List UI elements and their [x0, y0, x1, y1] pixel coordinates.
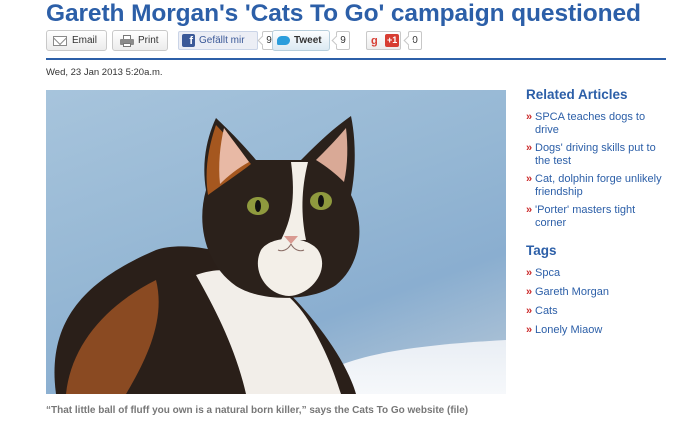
google-plus-icon: g [371, 35, 378, 47]
sidebar: Related Articles SPCA teaches dogs to dr… [526, 87, 666, 343]
tags-list: Spca Gareth Morgan Cats Lonely Miaow [526, 267, 666, 337]
google-plus-button[interactable]: g +1 [366, 30, 402, 51]
tag-link[interactable]: Gareth Morgan [526, 286, 666, 299]
tweet-button[interactable]: Tweet [272, 30, 330, 51]
facebook-icon: f [182, 34, 195, 47]
tag-link[interactable]: Cats [526, 305, 666, 318]
photo-caption: “That little ball of fluff you own is a … [46, 405, 469, 416]
related-article-link[interactable]: Dogs' driving skills put to the test [526, 142, 666, 168]
related-articles-heading: Related Articles [526, 87, 628, 102]
article-photo [46, 90, 506, 394]
email-button[interactable]: Email [46, 30, 107, 51]
printer-icon [120, 35, 134, 47]
calico-cat-illustration [54, 116, 506, 394]
print-label: Print [138, 35, 159, 46]
related-article-link[interactable]: Cat, dolphin forge unlikely friendship [526, 173, 666, 199]
tags-heading: Tags [526, 243, 557, 258]
tag-link[interactable]: Spca [526, 267, 666, 280]
tweet-count: 9 [336, 31, 350, 50]
email-label: Email [72, 35, 98, 46]
google-plus-count: 0 [408, 31, 422, 50]
article-dateline: Wed, 23 Jan 2013 5:20a.m. [46, 67, 163, 78]
share-bar: Email Print f Gefällt mir 9 Tweet 9 g +1… [46, 30, 666, 52]
article-headline: Gareth Morgan's 'Cats To Go' campaign qu… [46, 0, 641, 27]
related-articles-list: SPCA teaches dogs to drive Dogs' driving… [526, 111, 666, 230]
tweet-label: Tweet [294, 35, 322, 46]
facebook-like-label: Gefällt mir [199, 35, 245, 46]
twitter-bird-icon [277, 35, 290, 46]
google-plus-label: +1 [385, 34, 400, 47]
related-article-link[interactable]: 'Porter' masters tight corner [526, 204, 666, 230]
tag-link[interactable]: Lonely Miaow [526, 324, 666, 337]
headline-divider [46, 58, 666, 60]
related-article-link[interactable]: SPCA teaches dogs to drive [526, 111, 666, 137]
envelope-icon [53, 36, 67, 46]
print-button[interactable]: Print [112, 30, 168, 51]
